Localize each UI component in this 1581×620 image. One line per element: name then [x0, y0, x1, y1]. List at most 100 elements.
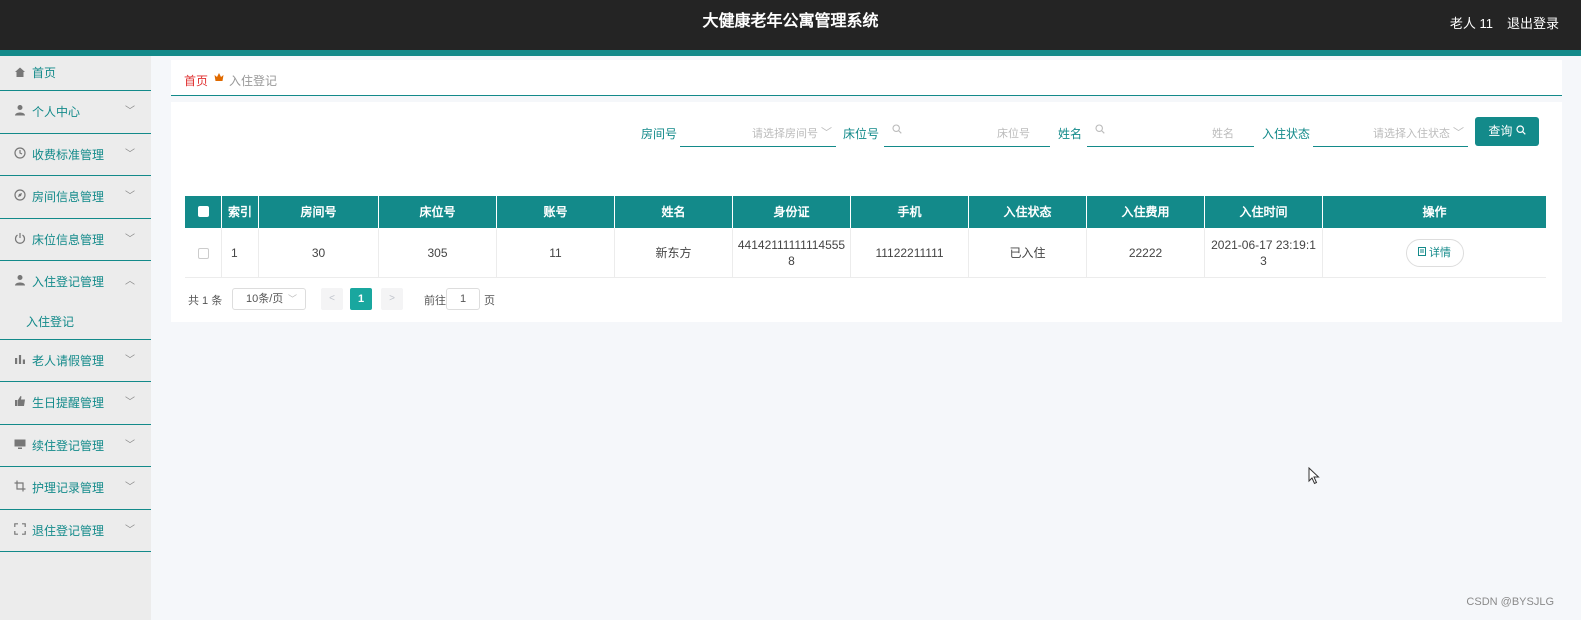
cell-account: 11	[497, 228, 615, 278]
page-size-value: 10条/页	[246, 293, 284, 305]
column-header: 入住费用	[1087, 196, 1205, 228]
chevron-down-icon: ﹀	[125, 106, 135, 117]
sidebar-item-renewal-management[interactable]: 续住登记管理 ﹀	[0, 425, 151, 467]
column-header: 床位号	[379, 196, 497, 228]
status-select-placeholder: 请选择入住状态	[1373, 128, 1450, 140]
column-header: 入住状态	[969, 196, 1087, 228]
cell-room: 30	[259, 228, 379, 278]
sidebar-item-bed-info[interactable]: 床位信息管理 ﹀	[0, 219, 151, 261]
sidebar-item-label: 入住登记管理	[32, 275, 105, 289]
sidebar-item-label: 房间信息管理	[32, 190, 105, 204]
chevron-down-icon: ﹀	[1453, 127, 1464, 139]
pagination-total: 共 1 条	[188, 295, 223, 307]
sidebar-item-label: 个人中心	[32, 105, 81, 119]
select-all-checkbox[interactable]	[197, 206, 209, 217]
bed-input-placeholder: 床位号	[997, 128, 1030, 140]
search-icon	[1095, 124, 1105, 137]
bed-filter-label: 床位号	[843, 127, 880, 141]
sidebar-item-label: 生日提醒管理	[32, 396, 105, 410]
pagination: 共 1 条 10条/页 ﹀ < 1 > 前往 1 页	[188, 288, 588, 310]
name-input[interactable]: 姓名	[1087, 115, 1254, 147]
detail-button-label: 详情	[1429, 247, 1452, 259]
chevron-down-icon: ﹀	[287, 294, 297, 304]
sidebar-item-birthday-reminder[interactable]: 生日提醒管理 ﹀	[0, 382, 151, 425]
room-filter-label: 房间号	[641, 127, 678, 141]
sidebar-item-label: 收费标准管理	[32, 147, 105, 162]
column-header: 房间号	[259, 196, 379, 228]
row-checkbox[interactable]	[197, 247, 209, 259]
top-bar: 大健康老年公寓管理系统 老人 11 退出登录	[0, 0, 1581, 50]
sidebar-item-home[interactable]: 首页	[0, 56, 151, 91]
sidebar-item-personal-center[interactable]: 个人中心 ﹀	[0, 91, 151, 134]
bar-chart-icon	[14, 353, 26, 365]
chevron-down-icon: ﹀	[125, 482, 135, 493]
breadcrumb-separator-icon	[214, 72, 224, 85]
crop-icon	[14, 480, 26, 492]
search-icon	[1516, 124, 1526, 138]
prev-page-button[interactable]: <	[321, 288, 343, 310]
sidebar-item-leave-management[interactable]: 老人请假管理 ﹀	[0, 340, 151, 382]
row-select-cell	[185, 228, 222, 278]
goto-suffix: 页	[484, 295, 495, 307]
chevron-right-icon: >	[389, 293, 395, 304]
page-size-select[interactable]: 10条/页 ﹀	[232, 288, 306, 310]
column-header: 操作	[1422, 205, 1447, 219]
chevron-up-icon: ︿	[125, 276, 135, 287]
cell-id-card: 441421111111145558	[733, 228, 851, 278]
sidebar-item-checkin-management[interactable]: 入住登记管理 ︿	[0, 261, 151, 304]
status-select[interactable]: 请选择入住状态 ﹀	[1313, 115, 1468, 147]
search-icon	[892, 124, 902, 137]
chevron-left-icon: <	[329, 293, 335, 304]
select-all-cell	[185, 196, 222, 228]
app-title: 大健康老年公寓管理系统	[702, 13, 879, 30]
column-header: 入住时间	[1205, 196, 1323, 228]
power-icon	[14, 232, 26, 244]
sidebar-item-room-info[interactable]: 房间信息管理 ﹀	[0, 176, 151, 219]
sidebar-item-checkout-management[interactable]: 退住登记管理 ﹀	[0, 510, 151, 552]
table-row: 1 30 305 11 新东方 441421111111145558 11122…	[185, 228, 1546, 278]
chevron-down-icon: ﹀	[125, 397, 135, 408]
chevron-down-icon: ﹀	[125, 354, 135, 366]
search-button[interactable]: 查询	[1475, 117, 1539, 146]
cell-actions: 详情	[1323, 228, 1546, 278]
column-header: 身份证	[733, 196, 851, 228]
bed-input[interactable]: 床位号	[884, 115, 1050, 147]
cell-name: 新东方	[615, 228, 733, 278]
sidebar-item-label: 护理记录管理	[32, 481, 105, 495]
name-filter-label: 姓名	[1058, 127, 1083, 141]
submenu-item-label: 入住登记	[26, 314, 75, 329]
chevron-down-icon: ﹀	[125, 439, 135, 451]
chevron-down-icon: ﹀	[125, 148, 135, 160]
logout-link[interactable]: 退出登录	[1507, 13, 1559, 32]
cell-fee: 22222	[1087, 228, 1205, 278]
content-panel: 房间号 请选择房间号 ﹀ 床位号 床位号 姓名 姓名 入住状态 请选择入住状态 …	[171, 102, 1562, 322]
next-page-button[interactable]: >	[381, 288, 403, 310]
document-icon	[1417, 247, 1429, 259]
breadcrumb-current: 入住登记	[229, 74, 278, 88]
compass-icon	[14, 189, 26, 201]
column-header: 手机	[851, 196, 969, 228]
fullscreen-icon	[14, 522, 26, 535]
sidebar-item-care-records[interactable]: 护理记录管理 ﹀	[0, 467, 151, 510]
clock-icon	[14, 146, 26, 159]
cell-bed: 305	[379, 228, 497, 278]
goto-page-input[interactable]: 1	[446, 288, 480, 310]
chevron-down-icon: ﹀	[125, 524, 135, 536]
column-header: 姓名	[615, 196, 733, 228]
page-number-current[interactable]: 1	[350, 288, 372, 310]
submenu-item-checkin[interactable]: 入住登记	[0, 304, 151, 340]
detail-button[interactable]: 详情	[1405, 239, 1464, 267]
cell-status: 已入住	[969, 228, 1087, 278]
breadcrumb-home[interactable]: 首页	[184, 72, 208, 89]
current-user: 老人 11	[1449, 16, 1493, 31]
room-select[interactable]: 请选择房间号 ﹀	[680, 115, 836, 147]
user-icon	[14, 274, 26, 286]
status-filter-label: 入住状态	[1262, 127, 1311, 141]
thumbs-up-icon	[14, 395, 26, 407]
sidebar-item-fee-standard[interactable]: 收费标准管理 ﹀	[0, 134, 151, 176]
sidebar-item-label: 续住登记管理	[32, 438, 105, 453]
sidebar: 首页 个人中心 ﹀ 收费标准管理 ﹀ 房间信息管理 ﹀ 床位信息管理 ﹀ 入住登…	[0, 56, 151, 620]
cell-time: 2021-06-17 23:19:13	[1205, 228, 1323, 278]
monitor-icon	[14, 438, 26, 450]
mouse-cursor-icon	[1308, 466, 1320, 488]
